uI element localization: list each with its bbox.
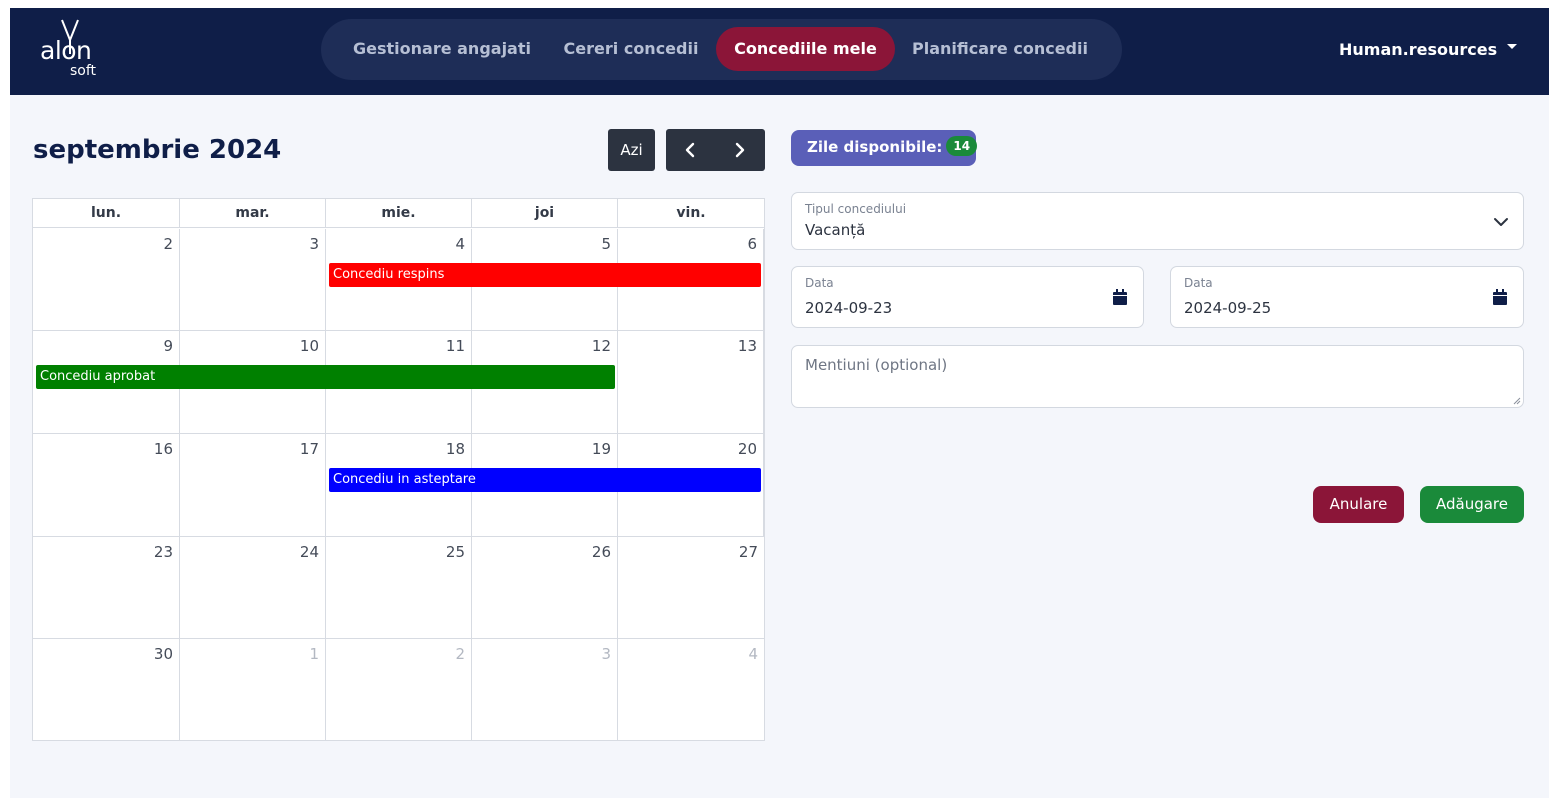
start-date-field[interactable]: Data 2024-09-23	[791, 266, 1144, 328]
start-date-value: 2024-09-23	[805, 299, 893, 317]
calendar-week: 16 17 18 19 20 Concediu in asteptare	[33, 434, 764, 537]
day-number: 11	[445, 337, 465, 355]
day-number: 27	[738, 543, 758, 561]
day-number: 12	[591, 337, 611, 355]
weekday-label: lun.	[33, 199, 180, 228]
calendar-day[interactable]: 27	[618, 537, 764, 638]
day-number: 3	[309, 235, 319, 253]
resize-handle-icon[interactable]	[1511, 395, 1521, 405]
calendar-icon[interactable]	[1113, 289, 1127, 305]
day-number: 4	[748, 645, 758, 663]
event-concediu-respins[interactable]: Concediu respins	[329, 263, 761, 287]
day-number: 4	[455, 235, 465, 253]
event-concediu-in-asteptare[interactable]: Concediu in asteptare	[329, 468, 761, 492]
logo-text: alon	[40, 36, 92, 65]
notes-placeholder: Mentiuni (optional)	[805, 356, 948, 374]
weekday-label: mie.	[326, 199, 472, 228]
day-number: 10	[299, 337, 319, 355]
nav-cereri-concedii[interactable]: Cereri concedii	[557, 27, 705, 71]
nav-concediile-mele[interactable]: Concediile mele	[716, 27, 895, 71]
leave-type-label: Tipul concediului	[805, 202, 907, 216]
prev-month-button[interactable]	[666, 129, 715, 171]
calendar-title: septembrie 2024	[33, 135, 282, 165]
day-number: 2	[455, 645, 465, 663]
chevron-down-icon	[1494, 218, 1508, 226]
day-number: 9	[163, 337, 173, 355]
weekday-label: vin.	[676, 205, 706, 221]
chevron-right-icon	[735, 142, 745, 158]
user-name: Human.resources	[1339, 40, 1498, 59]
day-number: 2	[163, 235, 173, 253]
end-date-value: 2024-09-25	[1184, 299, 1272, 317]
calendar-day[interactable]: 23	[33, 537, 180, 638]
leave-type-select[interactable]: Tipul concediului Vacanță	[791, 192, 1524, 250]
day-number: 30	[153, 645, 173, 663]
cancel-button[interactable]: Anulare	[1313, 486, 1404, 523]
start-date-label: Data	[805, 276, 834, 290]
month-nav-group	[666, 129, 765, 171]
calendar-day[interactable]: 30	[33, 639, 180, 740]
nav-gestionare-angajati[interactable]: Gestionare angajati	[347, 27, 537, 71]
notes-textarea[interactable]: Mentiuni (optional)	[791, 345, 1524, 408]
day-number: 3	[601, 645, 611, 663]
top-navbar: alon soft Gestionare angajati Cereri con…	[10, 8, 1549, 95]
weekday-header: lun. mar. mie. joi vin.	[33, 199, 764, 228]
calendar-week: 9 10 11 12 13 Concediu aprobat	[33, 331, 764, 434]
calendar-day-other-month[interactable]: 1	[180, 639, 326, 740]
weekday-label: joi	[472, 199, 618, 228]
day-number: 24	[299, 543, 319, 561]
calendar-day[interactable]: 25	[326, 537, 472, 638]
day-number: 23	[153, 543, 173, 561]
day-number: 25	[445, 543, 465, 561]
add-button[interactable]: Adăugare	[1420, 486, 1524, 523]
day-number: 6	[747, 235, 757, 253]
today-button[interactable]: Azi	[608, 129, 655, 171]
calendar-week: 2 3 4 5 6 Concediu respins	[33, 229, 764, 331]
nav-planificare-concedii[interactable]: Planificare concedii	[909, 27, 1091, 71]
day-number: 13	[737, 337, 757, 355]
day-number: 26	[591, 543, 611, 561]
calendar-day[interactable]: 17	[180, 434, 326, 536]
end-date-label: Data	[1184, 276, 1213, 290]
month-calendar: lun. mar. mie. joi vin. 2 3 4 5 6 Conced…	[32, 198, 765, 741]
user-menu-dropdown[interactable]: Human.resources	[1339, 38, 1518, 62]
available-days-label: Zile disponibile:	[807, 138, 943, 156]
day-number: 5	[601, 235, 611, 253]
day-number: 20	[737, 440, 757, 458]
calendar-day[interactable]: 26	[472, 537, 618, 638]
available-days-badge: Zile disponibile: 14	[791, 130, 978, 166]
page: alon soft Gestionare angajati Cereri con…	[10, 8, 1549, 798]
end-date-field[interactable]: Data 2024-09-25	[1170, 266, 1524, 328]
calendar-day-other-month[interactable]: 4	[618, 639, 764, 740]
day-number: 16	[153, 440, 173, 458]
event-concediu-aprobat[interactable]: Concediu aprobat	[36, 365, 615, 389]
calendar-day[interactable]: 13	[618, 331, 764, 433]
next-month-button[interactable]	[716, 129, 765, 171]
chevron-left-icon	[685, 142, 695, 158]
day-number: 17	[299, 440, 319, 458]
calendar-day-other-month[interactable]: 2	[326, 639, 472, 740]
calendar-week: 23 24 25 26 27	[33, 537, 764, 639]
calendar-day[interactable]: 24	[180, 537, 326, 638]
day-number: 18	[445, 440, 465, 458]
alon-soft-logo[interactable]: alon soft	[40, 18, 110, 84]
weekday-label: mar.	[180, 199, 326, 228]
calendar-day[interactable]: 16	[33, 434, 180, 536]
calendar-day[interactable]: 2	[33, 229, 180, 330]
available-days-count: 14	[946, 135, 978, 156]
calendar-day[interactable]: 3	[180, 229, 326, 330]
calendar-icon[interactable]	[1493, 289, 1507, 305]
calendar-week: 30 1 2 3 4	[33, 639, 764, 740]
logo-subtext: soft	[70, 63, 97, 79]
day-number: 1	[309, 645, 319, 663]
calendar-day-other-month[interactable]: 3	[472, 639, 618, 740]
day-number: 19	[591, 440, 611, 458]
main-nav: Gestionare angajati Cereri concedii Conc…	[321, 19, 1122, 80]
caret-down-icon	[1507, 44, 1518, 49]
leave-type-value: Vacanță	[805, 221, 866, 239]
